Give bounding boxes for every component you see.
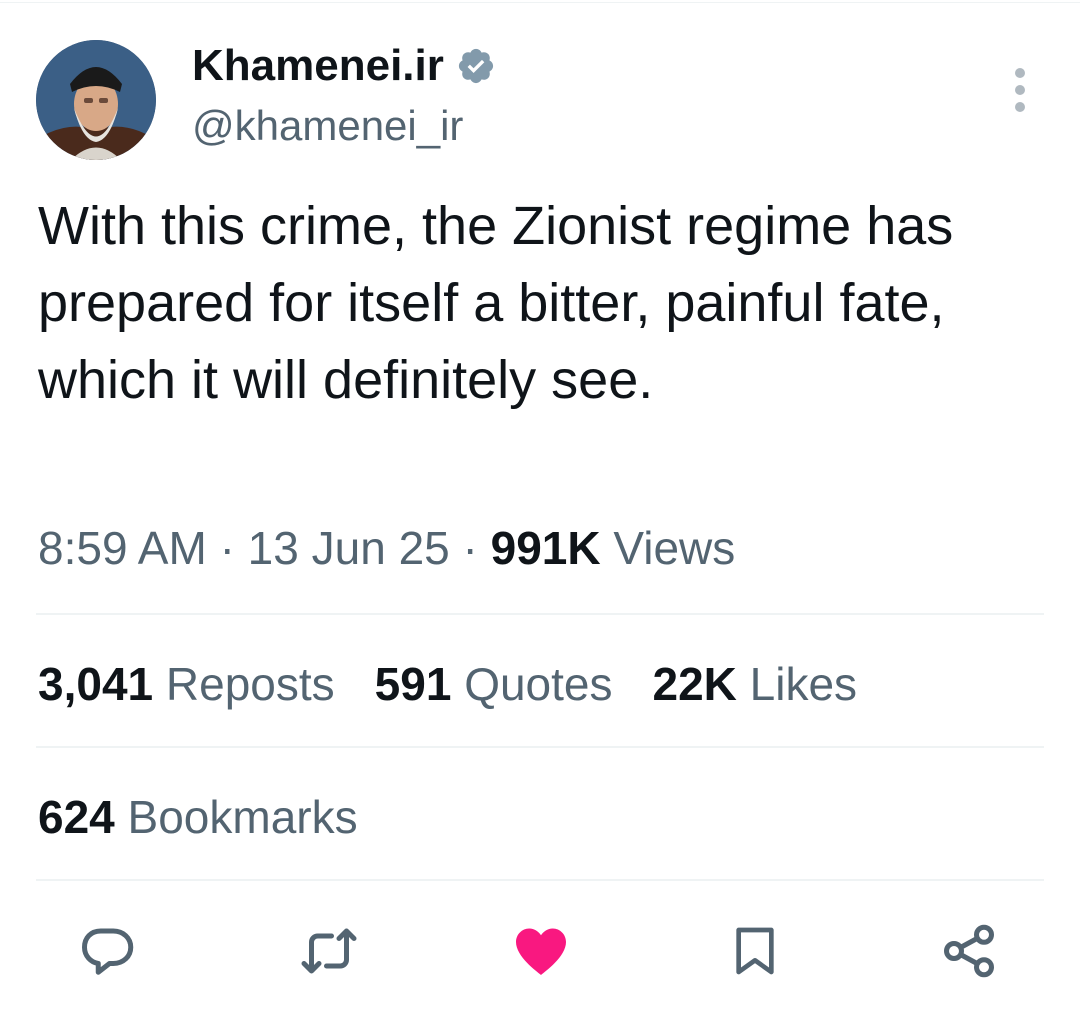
- engagement-stats: 3,041 Reposts 591 Quotes 22K Likes: [38, 654, 897, 714]
- more-dot-icon: [1015, 102, 1025, 112]
- more-dot-icon: [1015, 68, 1025, 78]
- meta-separator: ·: [219, 522, 235, 574]
- views-count: 991K: [490, 522, 601, 574]
- likes-stat[interactable]: 22K Likes: [653, 654, 858, 714]
- more-options-button[interactable]: [1000, 62, 1040, 118]
- quotes-stat[interactable]: 591 Quotes: [375, 654, 613, 714]
- views-label: Views: [613, 522, 736, 574]
- tweet-date[interactable]: 13 Jun 25: [248, 522, 450, 574]
- likes-count: 22K: [652, 658, 737, 710]
- likes-label: Likes: [749, 658, 858, 710]
- heart-icon: [509, 921, 573, 986]
- repost-button[interactable]: [294, 918, 364, 988]
- bookmark-icon: [727, 920, 783, 987]
- more-dot-icon: [1015, 85, 1025, 95]
- display-name[interactable]: Khamenei.ir: [192, 40, 496, 92]
- repost-icon: [297, 921, 361, 986]
- reply-button[interactable]: [72, 918, 142, 988]
- tweet-text: With this crime, the Zionist regime has …: [38, 196, 954, 410]
- tweet-time[interactable]: 8:59 AM: [38, 522, 207, 574]
- divider: [36, 613, 1044, 615]
- meta-separator: ·: [462, 522, 478, 574]
- bookmarks-count: 624: [38, 791, 115, 843]
- top-divider: [0, 2, 1080, 3]
- reposts-label: Reposts: [165, 658, 335, 710]
- share-icon: [939, 921, 999, 986]
- reposts-stat[interactable]: 3,041 Reposts: [38, 654, 335, 714]
- bookmark-button[interactable]: [720, 918, 790, 988]
- bookmarks-stat[interactable]: 624 Bookmarks: [38, 787, 358, 847]
- profile-avatar[interactable]: [36, 40, 156, 160]
- tweet-meta: 8:59 AM · 13 Jun 25 · 991K Views: [38, 518, 735, 578]
- reply-icon: [77, 921, 137, 986]
- quotes-count: 591: [374, 658, 452, 710]
- verified-badge-icon: [456, 46, 496, 86]
- bookmarks-label: Bookmarks: [127, 791, 358, 843]
- quotes-label: Quotes: [464, 658, 613, 710]
- divider: [36, 746, 1044, 748]
- reposts-count: 3,041: [38, 658, 154, 710]
- like-button[interactable]: [506, 918, 576, 988]
- user-handle[interactable]: @khamenei_ir: [192, 100, 463, 152]
- display-name-text: Khamenei.ir: [192, 41, 444, 90]
- share-button[interactable]: [934, 918, 1004, 988]
- divider: [36, 879, 1044, 881]
- action-bar: [0, 918, 1080, 988]
